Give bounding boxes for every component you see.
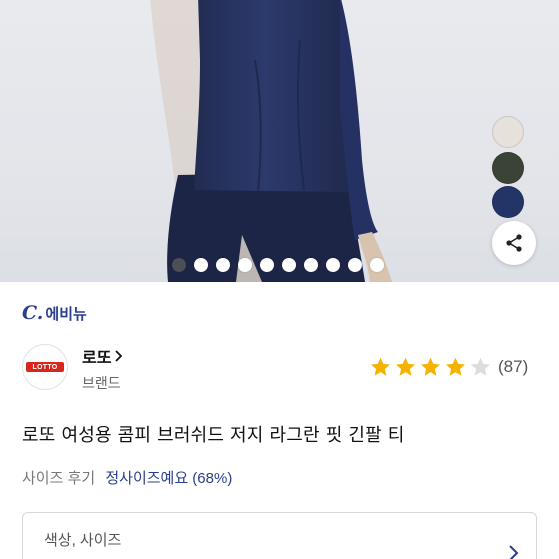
pagination-dot[interactable] [370,258,384,272]
star-filled-icon [445,357,466,376]
pagination-dot[interactable] [172,258,186,272]
product-photo [150,0,392,282]
size-review-value: 정사이즈예요 (68%) [105,470,233,487]
pagination-dot[interactable] [238,258,252,272]
gallery-pagination[interactable] [172,258,384,272]
share-icon [506,234,522,252]
pagination-dot[interactable] [282,258,296,272]
brand-text: 에비뉴 [45,306,87,323]
khaki-swatch[interactable] [492,152,524,184]
pagination-dot[interactable] [260,258,274,272]
option-select-placeholder: 색상, 사이즈 [44,532,122,549]
star-filled-icon [395,357,416,376]
share-button[interactable] [492,221,536,265]
pagination-dot[interactable] [304,258,318,272]
star-filled-icon [420,357,441,376]
brand-c-mark: C. [22,302,44,324]
rating-summary[interactable]: (87) [369,356,528,378]
chevron-right-icon [115,350,123,362]
star-filled-icon [370,357,391,376]
star-rating [369,356,494,378]
pagination-dot[interactable] [326,258,340,272]
navy-swatch[interactable] [492,186,524,218]
pagination-dot[interactable] [348,258,362,272]
size-review-label: 사이즈 후기 [22,470,96,487]
seller-logo[interactable]: LOTTO [22,344,68,390]
product-title: 로또 여성용 콤피 브러쉬드 저지 라그란 핏 긴팔 티 [22,425,405,446]
star-empty-icon [470,357,491,376]
seller-name-link[interactable]: 로또 [82,344,123,368]
option-select[interactable]: 색상, 사이즈 [22,512,537,559]
product-image-gallery[interactable] [0,0,559,282]
mall-brand-logo[interactable]: C. 에비뉴 [22,302,87,324]
beige-swatch[interactable] [492,116,524,148]
size-review-summary: 사이즈 후기 정사이즈예요 (68%) [22,467,232,488]
seller-category: 브랜드 [82,375,121,391]
review-count: (87) [498,357,529,376]
chevron-right-icon [509,545,519,559]
pagination-dot[interactable] [216,258,230,272]
seller-name: 로또 [82,350,112,367]
lotto-logo-badge: LOTTO [26,362,64,372]
pagination-dot[interactable] [194,258,208,272]
